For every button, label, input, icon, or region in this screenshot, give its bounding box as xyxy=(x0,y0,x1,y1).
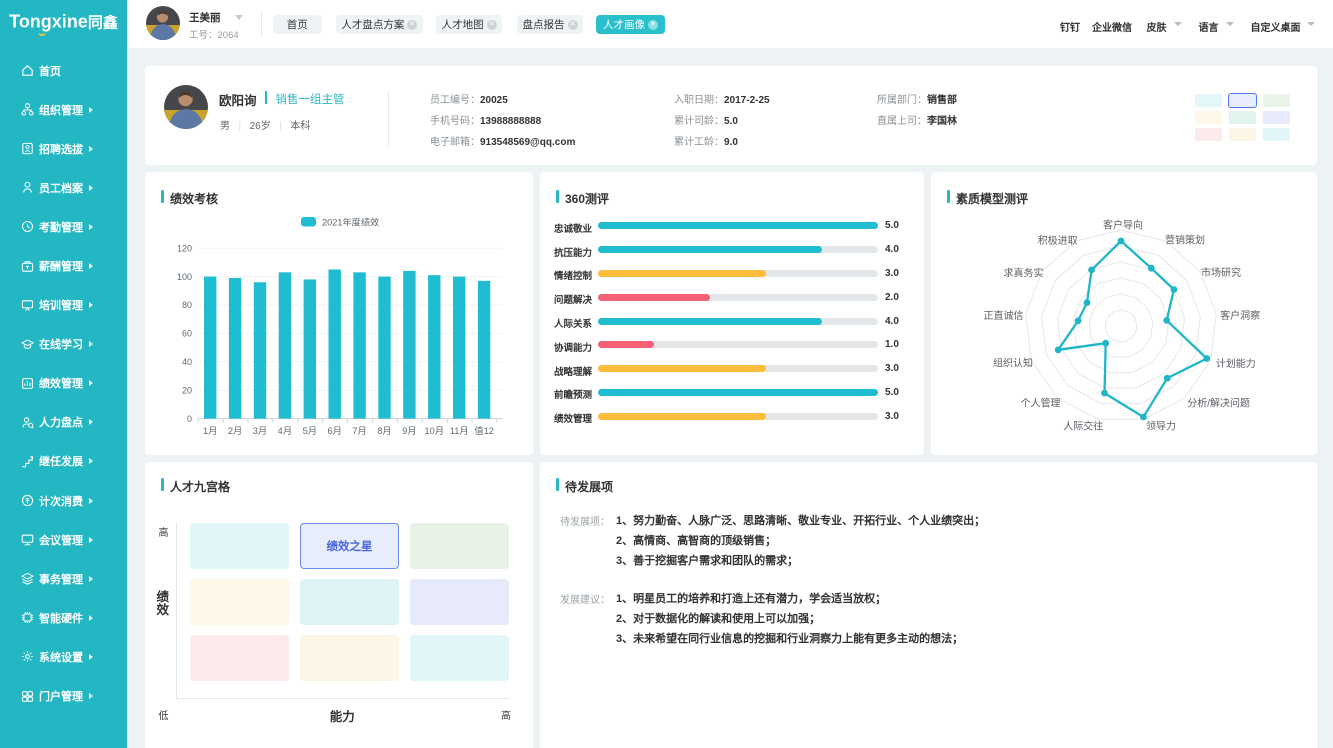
svg-text:5月: 5月 xyxy=(303,426,317,436)
svg-text:9月: 9月 xyxy=(402,426,416,436)
svg-text:2月: 2月 xyxy=(228,426,242,436)
svg-text:组织认知: 组织认知 xyxy=(993,357,1033,370)
svg-text:7月: 7月 xyxy=(352,426,366,436)
svg-text:值12: 值12 xyxy=(474,425,494,436)
svg-text:分析/解决问题: 分析/解决问题 xyxy=(1187,397,1250,410)
svg-text:8月: 8月 xyxy=(377,426,391,436)
svg-text:领导力: 领导力 xyxy=(1146,419,1176,432)
svg-text:积极进取: 积极进取 xyxy=(1038,234,1078,247)
svg-text:市场研究: 市场研究 xyxy=(1201,266,1241,279)
svg-text:11月: 11月 xyxy=(450,426,469,436)
svg-text:80: 80 xyxy=(182,300,192,310)
svg-text:营销策划: 营销策划 xyxy=(1165,234,1205,247)
svg-text:2021年度绩效: 2021年度绩效 xyxy=(322,217,379,228)
svg-text:60: 60 xyxy=(182,329,192,339)
svg-text:40: 40 xyxy=(182,357,192,367)
svg-text:0: 0 xyxy=(187,414,192,424)
svg-text:3月: 3月 xyxy=(253,426,267,436)
svg-text:个人管理: 个人管理 xyxy=(1021,397,1061,410)
svg-text:6月: 6月 xyxy=(327,426,341,436)
svg-text:100: 100 xyxy=(177,272,192,282)
svg-text:计划能力: 计划能力 xyxy=(1216,357,1256,370)
svg-text:1月: 1月 xyxy=(203,426,217,436)
svg-text:4月: 4月 xyxy=(278,426,292,436)
svg-text:人际交往: 人际交往 xyxy=(1063,419,1103,432)
svg-text:客户导向: 客户导向 xyxy=(1103,219,1143,232)
svg-text:20: 20 xyxy=(182,385,192,395)
svg-text:10月: 10月 xyxy=(424,426,444,436)
svg-text:客户洞察: 客户洞察 xyxy=(1220,309,1260,322)
svg-text:求真务实: 求真务实 xyxy=(1004,266,1044,279)
svg-text:120: 120 xyxy=(177,243,192,253)
svg-text:正直诚信: 正直诚信 xyxy=(984,309,1024,322)
